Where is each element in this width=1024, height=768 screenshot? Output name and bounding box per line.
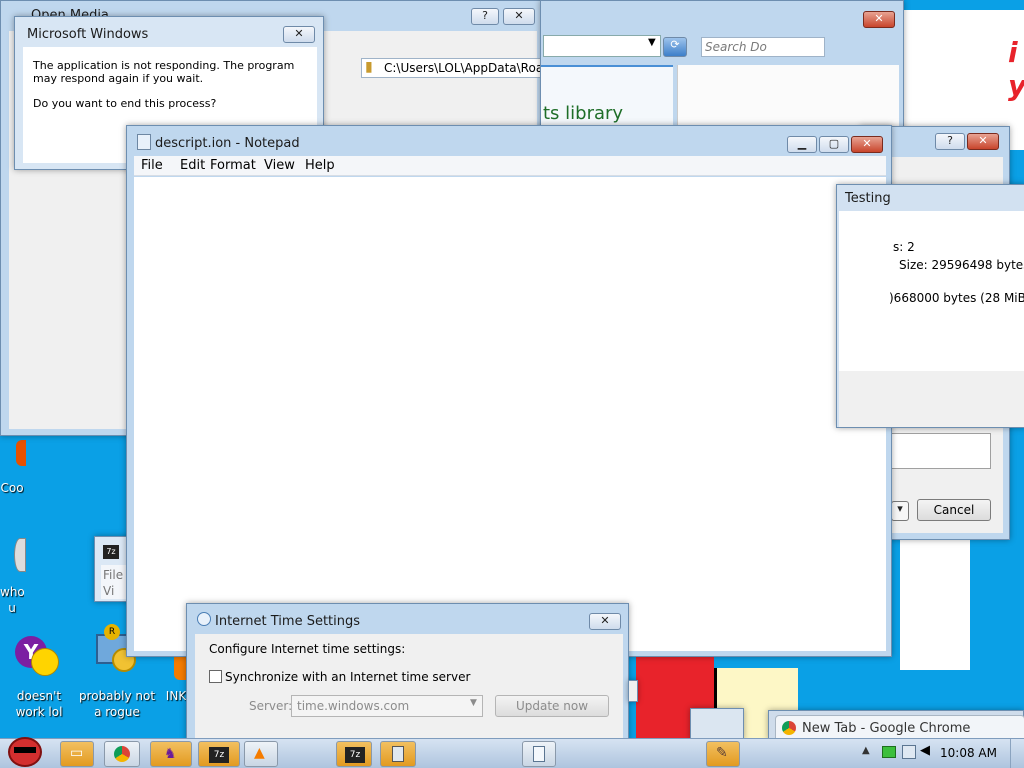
window-fragment (628, 680, 638, 702)
search-input[interactable]: Search Do (701, 37, 825, 57)
server-label: Server: (249, 699, 293, 713)
title-bar: descript.ion - Notepad ▁ ▢ ✕ (127, 126, 891, 154)
desktop-white-block-lower (900, 540, 970, 670)
taskbar-sevenzip-button-2[interactable]: 7z (336, 741, 372, 767)
packed-size: )668000 bytes (28 MiB) (889, 291, 1024, 305)
taskbar-calculator-button[interactable] (380, 741, 416, 767)
desktop-icon-label: INK (165, 689, 187, 703)
dialog-body: Configure Internet time settings: Synchr… (195, 634, 623, 742)
sevenzip-icon: 7z (103, 545, 119, 559)
taskbar: ▭ ♞ 7z ▲ 7z ✎ ▲ ◀ 10:08 AM (0, 737, 1024, 768)
desktop-icon-label: probably not a rogue (78, 689, 156, 719)
close-button[interactable]: ✕ (967, 133, 999, 150)
search-placeholder: Search Do (705, 40, 767, 54)
notepad-icon (137, 134, 151, 150)
window-title: descript.ion - Notepad (155, 136, 300, 151)
calculator-icon (392, 746, 404, 762)
menu-file[interactable]: File (141, 158, 163, 173)
taskbar-clock[interactable]: 10:08 AM (940, 746, 997, 760)
file-count: s: 2 (893, 240, 915, 254)
sevenzip-icon: 7z (209, 747, 229, 763)
sevenzip-icon: 7z (345, 747, 365, 763)
internet-time-dialog: Internet Time Settings ✕ Configure Inter… (186, 603, 629, 743)
menu-help[interactable]: Help (305, 158, 335, 173)
dialog-body: s: 2 Size: 29596498 bytes )668000 bytes … (839, 211, 1024, 371)
chevron-down-icon: ▼ (470, 698, 477, 708)
show-hidden-icons-arrow[interactable]: ▲ (862, 745, 870, 756)
server-value: time.windows.com (297, 699, 410, 713)
notepad-text-area[interactable] (134, 177, 886, 651)
folder-icon: ▮ (365, 59, 373, 75)
desktop-icon-label: who u (0, 585, 24, 615)
menu-bar: File Edit Format View Help (134, 156, 886, 176)
testing-dialog: Testing s: 2 Size: 29596498 bytes )66800… (836, 184, 1024, 428)
desktop-icon-partial[interactable] (16, 440, 26, 466)
character-icon: ♞ (164, 746, 177, 762)
window-fragment (690, 708, 744, 740)
help-button[interactable]: ? (471, 8, 499, 25)
paint-icon: ✎ (716, 745, 728, 761)
close-button[interactable]: ✕ (589, 613, 621, 630)
help-button[interactable]: ? (935, 133, 965, 150)
maximize-button[interactable]: ▢ (819, 136, 849, 153)
desktop-icon-label: doesn't work lol (15, 689, 63, 719)
sync-label[interactable]: Synchronize with an Internet time server (225, 670, 470, 684)
menu-format[interactable]: Format (210, 158, 256, 173)
dialog-footer (839, 371, 1024, 427)
configure-heading: Configure Internet time settings: (209, 642, 406, 656)
close-button[interactable]: ✕ (503, 8, 535, 25)
update-now-button[interactable]: Update now (495, 695, 609, 717)
minimize-button[interactable]: ▁ (787, 136, 817, 153)
file-size: Size: 29596498 bytes (899, 258, 1024, 272)
taskbar-explorer-button[interactable]: ▭ (60, 741, 94, 767)
close-button[interactable]: ✕ (283, 26, 315, 43)
library-panel: ts library (541, 65, 673, 125)
chrome-icon (782, 721, 796, 735)
start-button-angry-bird-icon[interactable] (4, 731, 46, 768)
battery-icon[interactable] (882, 746, 896, 758)
desktop-red-text-fragment: iy (1008, 36, 1024, 102)
vlc-cone-icon: ▲ (254, 745, 265, 761)
chrome-icon (114, 746, 130, 762)
folder-icon: ▭ (70, 745, 84, 761)
taskbar-paint-button[interactable]: ✎ (706, 741, 740, 767)
taskbar-app-button[interactable]: ♞ (150, 741, 192, 767)
library-heading: ts library (543, 103, 624, 124)
file-menu[interactable]: File (103, 568, 123, 582)
not-responding-message: The application is not responding. The p… (33, 59, 295, 85)
menu-edit[interactable]: Edit (180, 158, 205, 173)
dialog-title: Internet Time Settings (215, 614, 361, 629)
explorer-window: ✕ ▼ ⟳ Search Do ts library (540, 0, 904, 140)
chevron-down-icon: ▼ (648, 37, 656, 48)
notepad-icon (533, 746, 545, 762)
taskbar-chrome-button[interactable] (104, 741, 140, 767)
desktop-icon-partial[interactable] (14, 538, 26, 572)
close-button[interactable]: ✕ (851, 136, 883, 153)
chrome-tab-title: New Tab - Google Chrome (802, 721, 971, 736)
cancel-button[interactable]: Cancel (917, 499, 991, 521)
network-icon[interactable] (902, 745, 916, 759)
view-menu[interactable]: Vi (103, 584, 114, 598)
text-area (891, 433, 991, 469)
dialog-title: Microsoft Windows (27, 27, 149, 42)
menu-view[interactable]: View (264, 158, 295, 173)
show-desktop-button[interactable] (1010, 739, 1024, 768)
taskbar-sevenzip-button[interactable]: 7z (198, 741, 240, 767)
refresh-button[interactable]: ⟳ (663, 37, 687, 57)
dropdown-arrow[interactable]: ▾ (891, 501, 909, 521)
close-button[interactable]: ✕ (863, 11, 895, 28)
yahoo-messenger-icon[interactable]: Y (15, 636, 61, 682)
taskbar-notepad-button[interactable] (522, 741, 556, 767)
chrome-window: New Tab - Google Chrome (768, 710, 1024, 741)
clock-icon (197, 612, 211, 626)
server-combobox[interactable]: time.windows.com ▼ (291, 695, 483, 717)
sync-checkbox[interactable] (209, 670, 222, 683)
desktop-icon-label: Coo (0, 481, 24, 495)
location-box[interactable]: ▼ (543, 35, 661, 57)
end-process-question: Do you want to end this process? (33, 97, 217, 110)
taskbar-vlc-button[interactable]: ▲ (244, 741, 278, 767)
notepad-window: descript.ion - Notepad ▁ ▢ ✕ File Edit F… (126, 125, 892, 657)
volume-icon[interactable]: ◀ (920, 743, 930, 758)
dialog-title: Testing (845, 191, 891, 206)
